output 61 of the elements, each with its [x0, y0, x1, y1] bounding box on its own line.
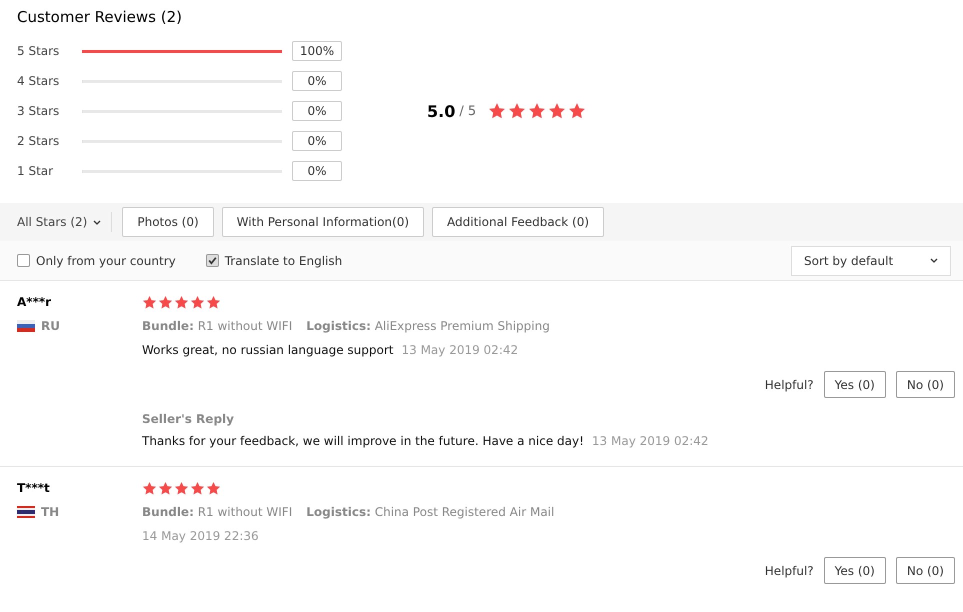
- star-icon: [548, 102, 566, 120]
- average-score: 5.0: [427, 102, 456, 120]
- country-code: TH: [41, 505, 60, 519]
- percentage-value: 0%: [292, 131, 342, 151]
- percentage-value: 100%: [292, 41, 342, 61]
- percentage-value: 0%: [292, 101, 342, 121]
- filter-button[interactable]: Photos (0): [122, 207, 214, 237]
- flag-icon: [17, 506, 35, 518]
- star-icon: [142, 295, 157, 310]
- reviewer-name: A***r: [17, 295, 52, 311]
- helpful-label: Helpful?: [764, 564, 814, 578]
- star-filter-dropdown[interactable]: All Stars (2): [17, 215, 102, 229]
- yes-button[interactable]: Yes (0): [824, 371, 886, 398]
- checkbox[interactable]: [17, 254, 30, 267]
- checkbox-label: Only from your country: [36, 254, 176, 268]
- review-date: 14 May 2019 22:36: [142, 529, 259, 543]
- star-level-label: 1 Star: [17, 164, 54, 178]
- star-icon: [190, 481, 205, 496]
- flag-icon: [17, 320, 35, 332]
- star-icon: [568, 102, 586, 120]
- order-detail: Logistics: AliExpress Premium Shipping: [306, 319, 550, 333]
- star-icon: [508, 102, 526, 120]
- review-date: 13 May 2019 02:42: [401, 343, 518, 357]
- star-level-label: 2 Stars: [17, 134, 60, 148]
- star-icon: [158, 295, 173, 310]
- filter-button[interactable]: Additional Feedback (0): [432, 207, 604, 237]
- country-code: RU: [41, 319, 60, 333]
- star-icon: [142, 481, 157, 496]
- star-level-label: 5 Stars: [17, 44, 60, 58]
- helpful-label: Helpful?: [764, 378, 814, 392]
- order-detail: Logistics: China Post Registered Air Mail: [306, 505, 554, 519]
- yes-button[interactable]: Yes (0): [824, 557, 886, 584]
- order-detail: Bundle: R1 without WIFI: [142, 319, 292, 333]
- star-icon: [206, 481, 221, 496]
- order-detail: Bundle: R1 without WIFI: [142, 505, 292, 519]
- star-icon: [528, 102, 546, 120]
- percentage-value: 0%: [292, 161, 342, 181]
- caret-icon: [93, 220, 102, 224]
- star-level-label: 4 Stars: [17, 74, 60, 88]
- star-icon: [174, 295, 189, 310]
- sort-dropdown[interactable]: Sort by default: [791, 246, 951, 276]
- max-score: / 5: [459, 104, 476, 118]
- star-icon: [206, 295, 221, 310]
- star-icon: [190, 295, 205, 310]
- percentage-value: 0%: [292, 71, 342, 91]
- reviewer-name: T***t: [17, 481, 51, 497]
- no-button[interactable]: No (0): [896, 557, 955, 584]
- star-icon: [174, 481, 189, 496]
- star-level-label: 3 Stars: [17, 104, 60, 118]
- star-icon: [488, 102, 506, 120]
- seller-reply-heading: Seller's Reply: [142, 412, 235, 426]
- no-button[interactable]: No (0): [896, 371, 955, 398]
- star-icon: [158, 481, 173, 496]
- filter-button[interactable]: With Personal Information(0): [222, 207, 424, 237]
- section-title: Customer Reviews (2): [16, 7, 183, 28]
- checkbox-label: Translate to English: [224, 254, 342, 268]
- reply-date: 13 May 2019 02:42: [592, 434, 709, 448]
- reply-text: Thanks for your feedback, we will improve in the future. Have a nice day!: [142, 434, 584, 448]
- caret-icon: [930, 258, 938, 263]
- review-text: Works great, no russian language support: [142, 343, 394, 357]
- checkbox[interactable]: [206, 254, 219, 267]
